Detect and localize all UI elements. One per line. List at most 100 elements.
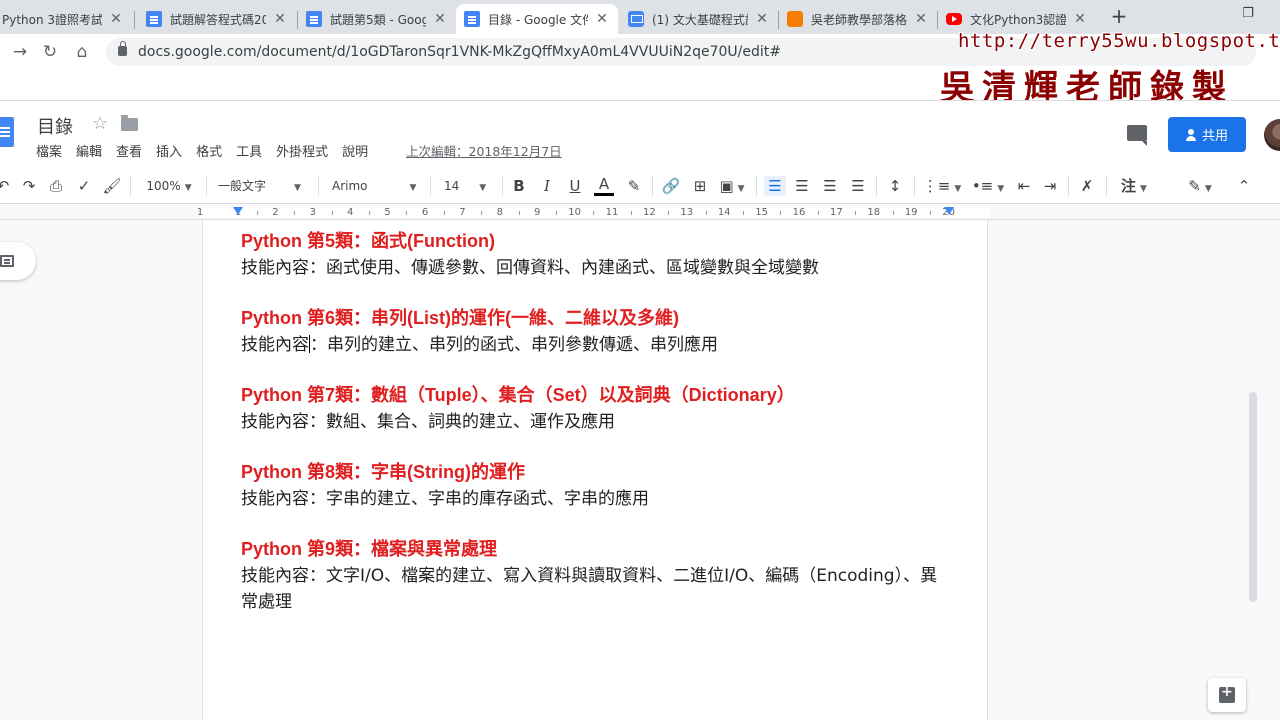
- close-tab-icon[interactable]: ✕: [913, 11, 929, 27]
- link-icon[interactable]: 🔗: [660, 176, 682, 196]
- close-tab-icon[interactable]: ✕: [594, 11, 610, 27]
- watermark-url: http://terry55wu.blogspot.tw: [958, 30, 1280, 52]
- underline-button[interactable]: U: [566, 176, 584, 196]
- menu-help[interactable]: 說明: [342, 141, 368, 160]
- section-heading[interactable]: Python 第7類：數組（Tuple）、集合（Set）以及詞典（Diction…: [241, 384, 961, 406]
- menu-insert[interactable]: 插入: [156, 141, 182, 160]
- section-body[interactable]: 技能內容：文字I/O、檔案的建立、寫入資料與讀取資料、二進位I/O、編碼（Enc…: [241, 563, 953, 615]
- menu-edit[interactable]: 編輯: [76, 141, 102, 160]
- vertical-scrollbar[interactable]: [1249, 392, 1257, 602]
- section-heading[interactable]: Python 第6類：串列(List)的運作(一維、二維以及多維): [241, 307, 961, 329]
- line-spacing-icon[interactable]: ↕: [884, 176, 906, 196]
- restore-window-icon[interactable]: ❐: [1238, 6, 1258, 26]
- print-icon[interactable]: ⎙: [46, 176, 66, 196]
- explore-button[interactable]: [1208, 678, 1246, 712]
- input-tools-icon[interactable]: 注 ▼: [1114, 176, 1154, 196]
- paragraph-style-select[interactable]: 一般文字 ▼: [214, 176, 310, 196]
- browser-tab[interactable]: 吳老師教學部落格 ✕: [779, 4, 937, 34]
- browser-tab[interactable]: 試題解答程式碼20 ✕: [138, 4, 296, 34]
- doc-section: Python 第8類：字串(String)的運作 技能內容：字串的建立、字串的庫…: [241, 461, 961, 512]
- browser-tab[interactable]: 試題第5類 - Goog ✕: [298, 4, 456, 34]
- menu-tools[interactable]: 工具: [236, 141, 262, 160]
- tab-separator: [134, 11, 135, 29]
- close-tab-icon[interactable]: ✕: [1072, 11, 1088, 27]
- chevron-down-icon: ▼: [1204, 184, 1212, 194]
- decrease-indent-icon[interactable]: ⇤: [1014, 176, 1034, 196]
- numbered-list-icon[interactable]: ⋮≡ ▼: [922, 176, 962, 196]
- close-tab-icon[interactable]: ✕: [272, 11, 288, 27]
- browser-tab-strip: Python 3證照考試 ✕ 試題解答程式碼20 ✕ 試題第5類 - Goog …: [0, 0, 1280, 34]
- section-heading[interactable]: Python 第8類：字串(String)的運作: [241, 461, 961, 483]
- forward-icon[interactable]: →: [8, 40, 32, 64]
- close-tab-icon[interactable]: ✕: [432, 11, 448, 27]
- section-heading[interactable]: Python 第5類：函式(Function): [241, 230, 961, 252]
- new-tab-button[interactable]: +: [1108, 6, 1130, 28]
- document-page[interactable]: Python 第5類：函式(Function) 技能內容：函式使用、傳遞參數、回…: [202, 220, 988, 720]
- align-left-icon[interactable]: ☰: [764, 176, 786, 196]
- text-color-button[interactable]: A: [594, 176, 614, 196]
- home-icon[interactable]: ⌂: [70, 40, 94, 64]
- url-text[interactable]: docs.google.com/document/d/1oGDTaronSqr1…: [138, 44, 781, 60]
- highlight-icon[interactable]: ✎: [624, 176, 644, 196]
- ruler-number: 6: [421, 207, 429, 218]
- person-icon: [1185, 128, 1196, 141]
- chevron-down-icon: ▼: [479, 183, 487, 193]
- redo-icon[interactable]: ↷: [20, 176, 38, 196]
- add-comment-icon[interactable]: ⊞: [690, 176, 710, 196]
- section-body[interactable]: 技能內容：字串的建立、字串的庫存函式、字串的應用: [241, 486, 961, 512]
- toolbar-divider: [318, 176, 319, 196]
- section-body[interactable]: 技能內容：數組、集合、詞典的建立、運作及應用: [241, 409, 961, 435]
- ruler-number: 4: [347, 207, 354, 218]
- align-right-icon[interactable]: ☰: [820, 176, 840, 196]
- browser-tab[interactable]: (1) 文大基礎程式設 ✕: [620, 4, 778, 34]
- ruler-track: 11234567891011121314151617181920: [197, 206, 990, 218]
- share-button[interactable]: 共用: [1168, 117, 1246, 152]
- reload-icon[interactable]: ↻: [38, 40, 62, 64]
- menu-file[interactable]: 檔案: [36, 141, 62, 160]
- undo-icon[interactable]: ↶: [0, 176, 10, 196]
- paint-format-icon[interactable]: 🖌: [102, 176, 122, 196]
- ruler-tick: [817, 211, 819, 215]
- lock-icon: [118, 41, 127, 56]
- collapse-menu-icon[interactable]: ⌃: [1234, 176, 1254, 196]
- style-value: 一般文字: [218, 179, 267, 193]
- editing-mode-icon[interactable]: ✎ ▼: [1182, 176, 1218, 196]
- increase-indent-icon[interactable]: ⇥: [1040, 176, 1060, 196]
- section-body[interactable]: 技能內容：函式使用、傳遞參數、回傳資料、內建函式、區域變數與全域變數: [241, 255, 961, 281]
- docs-header: 目錄 ☆ 檔案 編輯 查看 插入 格式 工具 外掛程式 說明 上次編輯：2018…: [0, 100, 1280, 168]
- section-heading[interactable]: Python 第9類：檔案與異常處理: [241, 538, 953, 560]
- bulleted-list-icon[interactable]: •≡ ▼: [968, 176, 1008, 196]
- insert-image-icon[interactable]: ▣ ▼: [716, 176, 748, 196]
- browser-tab-active[interactable]: 目錄 - Google 文件 ✕: [456, 4, 618, 34]
- menu-view[interactable]: 查看: [116, 141, 142, 160]
- ruler-tick: [406, 211, 408, 215]
- close-tab-icon[interactable]: ✕: [108, 11, 124, 27]
- avatar[interactable]: [1264, 119, 1280, 151]
- font-size-select[interactable]: 14 ▼: [438, 176, 496, 196]
- align-center-icon[interactable]: ☰: [792, 176, 812, 196]
- spellcheck-icon[interactable]: ✓: [74, 176, 94, 196]
- close-tab-icon[interactable]: ✕: [754, 11, 770, 27]
- ruler-number: 18: [867, 207, 881, 218]
- menu-format[interactable]: 格式: [196, 141, 222, 160]
- docs-logo-icon[interactable]: [0, 117, 14, 147]
- document-title[interactable]: 目錄: [37, 113, 73, 139]
- justify-icon[interactable]: ☰: [848, 176, 868, 196]
- section-body[interactable]: 技能內容：串列的建立、串列的函式、串列參數傳遞、串列應用: [241, 332, 961, 358]
- last-edit-link[interactable]: 上次編輯：2018年12月7日: [406, 141, 562, 160]
- folder-icon[interactable]: [121, 115, 138, 131]
- browser-tab[interactable]: Python 3證照考試 ✕: [0, 4, 132, 34]
- bold-button[interactable]: B: [510, 176, 528, 196]
- ruler-tick: [780, 211, 782, 215]
- menu-addons[interactable]: 外掛程式: [276, 141, 328, 160]
- toolbar-divider: [206, 176, 207, 196]
- clear-formatting-icon[interactable]: ✗: [1076, 176, 1098, 196]
- star-icon[interactable]: ☆: [92, 113, 108, 134]
- zoom-select[interactable]: 100% ▼: [140, 176, 198, 196]
- document-outline-button[interactable]: [0, 242, 36, 280]
- italic-button[interactable]: I: [538, 176, 556, 196]
- font-select[interactable]: Arimo ▼: [326, 176, 422, 196]
- tab-label: 試題解答程式碼20: [170, 12, 266, 27]
- toolbar-divider: [652, 176, 653, 196]
- comment-history-icon[interactable]: [1127, 125, 1147, 146]
